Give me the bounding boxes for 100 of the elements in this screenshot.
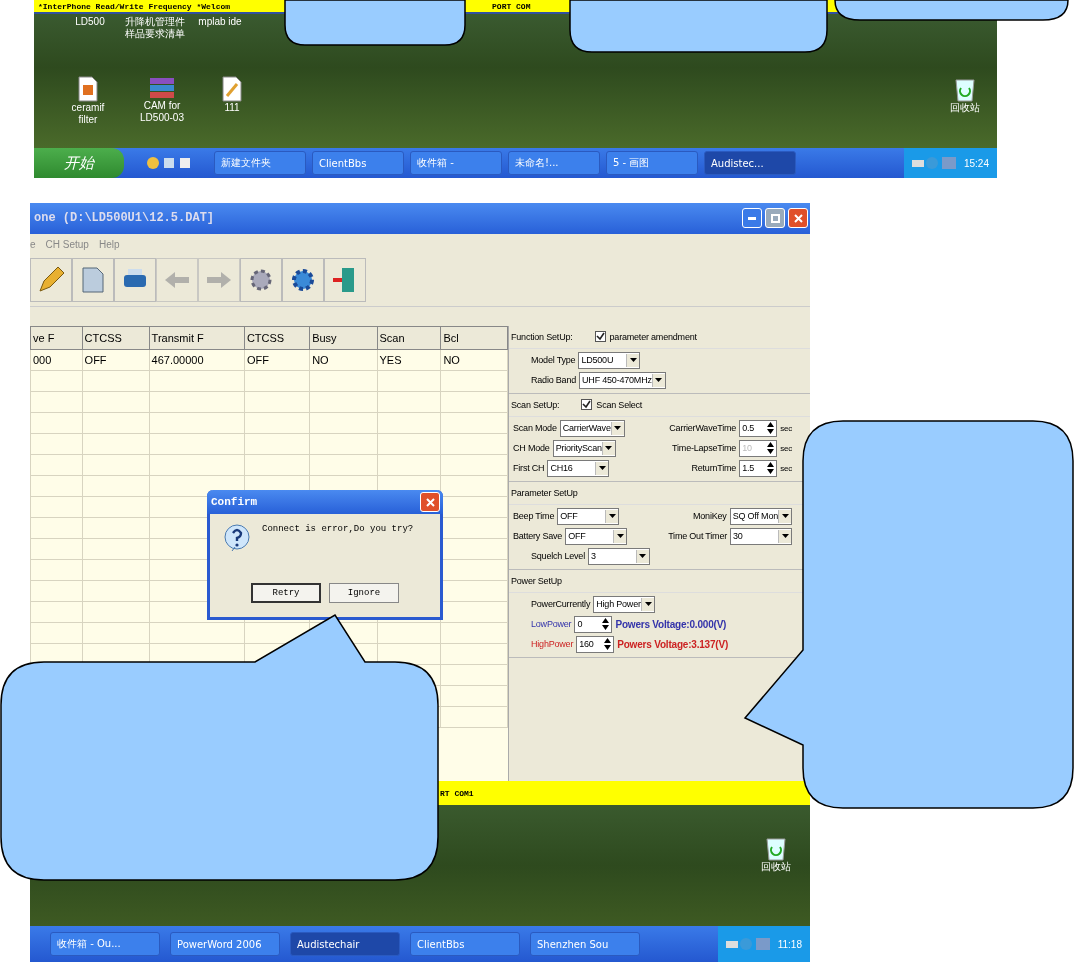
column-header[interactable]: Scan — [377, 326, 441, 350]
desktop-icon-label[interactable]: LD500-03 — [140, 112, 184, 124]
column-header[interactable]: Bcl — [440, 326, 508, 350]
spinner-arrows-icon — [604, 638, 612, 651]
taskbar-button[interactable]: ClientBbs — [312, 151, 404, 175]
archive-icon — [149, 76, 175, 100]
voltage-reading: Powers Voltage:0.000(V) — [615, 619, 727, 630]
minimize-icon — [748, 217, 756, 220]
unit-label: sec — [780, 444, 792, 453]
taskbar-button[interactable]: Audistec... — [704, 151, 796, 175]
unit-label: sec — [780, 424, 792, 433]
close-button[interactable] — [788, 208, 808, 229]
toolbar-button[interactable] — [240, 258, 282, 303]
column-header[interactable]: CTCSS — [82, 326, 150, 350]
taskbar-button[interactable]: 收件箱 - Ou... — [50, 932, 160, 957]
dropdown-arrow-icon — [644, 602, 652, 607]
dropdown[interactable]: SQ Off Mon — [729, 508, 792, 525]
dropdown[interactable]: High Power — [593, 596, 656, 613]
spin-field[interactable]: 0 — [574, 616, 613, 633]
recycle-bin-icon — [765, 835, 787, 862]
dropdown[interactable]: CH16 — [547, 460, 610, 477]
spin-field[interactable]: 1.5 — [739, 460, 778, 477]
tray-icons — [725, 937, 772, 952]
dropdown[interactable]: UHF 450-470MHz — [579, 372, 666, 389]
field-label: CH Mode — [513, 443, 550, 454]
checkbox[interactable] — [594, 331, 606, 343]
desktop-icon-label[interactable]: ceramif — [71, 102, 105, 114]
taskbar-button[interactable]: 收件箱 - — [410, 151, 502, 175]
question-icon — [224, 524, 250, 554]
spin-field[interactable]: 0.5 — [739, 420, 778, 437]
dropdown-arrow-icon — [781, 514, 789, 519]
field-label: ReturnTime — [691, 463, 737, 474]
window-title: one (D:\LD500U1\12.5.DAT] — [34, 211, 215, 226]
field-label: CarrierWaveTime — [669, 423, 737, 434]
desktop-icon-label[interactable]: 升降机管理件 — [125, 16, 185, 28]
taskbar-button[interactable]: PowerWord 2006 — [170, 932, 280, 957]
desktop-icon-label[interactable]: CAM for — [143, 100, 181, 112]
dropdown[interactable]: CarrierWave — [559, 420, 625, 437]
quick-launch-icons — [146, 156, 192, 170]
checkbox-label: parameter amendment — [609, 332, 697, 342]
desktop-icon-label[interactable]: 111 — [224, 102, 240, 114]
dropdown[interactable]: 30 — [730, 528, 792, 545]
field-label: First CH — [513, 463, 545, 474]
dropdown-arrow-icon — [614, 426, 622, 431]
checkbox[interactable] — [581, 399, 593, 411]
close-icon — [793, 214, 803, 223]
desktop-icon-label[interactable]: mplab ide — [198, 16, 242, 28]
taskbar-button[interactable]: ClientBbs — [410, 932, 520, 957]
dropdown[interactable]: PriorityScan — [552, 440, 616, 457]
dialog-button[interactable]: Retry — [251, 583, 321, 603]
column-header[interactable]: CTCSS — [244, 326, 310, 350]
dropdown[interactable]: OFF — [565, 528, 628, 545]
field-label: Model Type — [531, 355, 576, 366]
taskbar-button[interactable]: Audistechair — [290, 932, 400, 957]
section-title: Power SetUp — [511, 576, 562, 586]
column-header[interactable]: ve F — [30, 326, 83, 350]
dropdown[interactable]: OFF — [557, 508, 620, 525]
taskbar-button[interactable]: 5 - 画图 — [606, 151, 698, 175]
table-cell: NO — [440, 349, 508, 371]
checkbox-label: Scan Select — [596, 400, 643, 410]
desktop-icon-label[interactable]: LD500 — [75, 16, 105, 28]
table-cell: 000 — [30, 349, 83, 371]
column-header[interactable]: Transmit F — [149, 326, 245, 350]
desktop-icon-label[interactable]: 回收站 — [761, 861, 791, 874]
section-title: Function SetUp: — [511, 332, 573, 342]
taskbar-button[interactable]: 未命名!... — [508, 151, 600, 175]
section-title: Scan SetUp: — [511, 400, 560, 410]
dropdown-arrow-icon — [655, 378, 663, 383]
desktop-icon-label[interactable]: 样品要求清单 — [125, 28, 185, 40]
maximize-button[interactable] — [765, 208, 785, 229]
column-header[interactable]: Busy — [309, 326, 378, 350]
taskbar-button[interactable]: 新建文件夹 — [214, 151, 306, 175]
minimize-button[interactable] — [742, 208, 762, 229]
taskbar-button[interactable]: Shenzhen Sou — [530, 932, 640, 957]
desktop-icon-label[interactable]: filter — [78, 114, 98, 126]
field-label: PowerCurrently — [531, 599, 591, 610]
maximize-icon — [770, 214, 780, 223]
field-label: Radio Band — [531, 375, 577, 386]
toolbar-button[interactable] — [282, 258, 324, 303]
field-label: Beep Time — [513, 511, 555, 522]
clock: 15:24 — [963, 157, 989, 169]
close-icon — [425, 497, 435, 507]
field-label: Time-LapseTime — [672, 443, 737, 454]
status-text: PORT COM — [492, 1, 531, 11]
dropdown-arrow-icon — [639, 554, 647, 559]
toolbar-button[interactable] — [30, 258, 72, 303]
dropdown-arrow-icon — [781, 534, 789, 539]
dropdown[interactable]: LD500U — [578, 352, 641, 369]
field-label: Squelch Level — [531, 551, 585, 562]
spin-field[interactable]: 160 — [576, 636, 615, 653]
document-icon — [77, 76, 99, 102]
clock: 11:18 — [777, 938, 802, 950]
dialog-title: Confirm — [211, 496, 258, 508]
dialog-button[interactable]: Ignore — [329, 583, 399, 603]
desktop-icon-label[interactable]: 回收站 — [950, 102, 980, 114]
tray-icons — [911, 156, 958, 170]
toolbar-button[interactable] — [114, 258, 156, 303]
dropdown[interactable]: 3 — [587, 548, 650, 565]
status-text: RT COM1 — [440, 788, 474, 798]
close-button[interactable] — [420, 492, 440, 512]
